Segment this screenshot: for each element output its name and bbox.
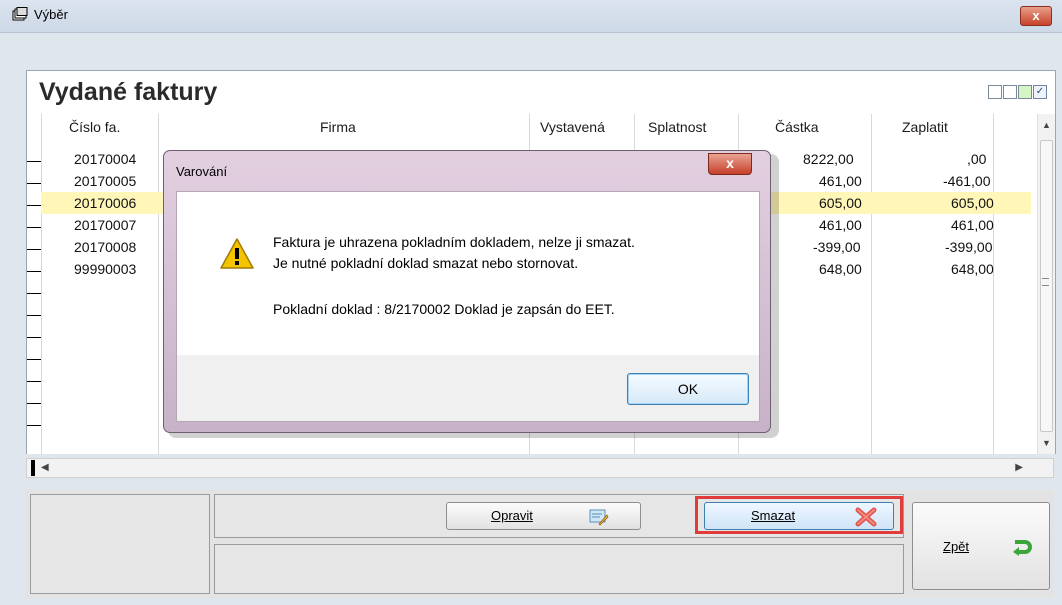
vertical-scrollbar[interactable]: ▲ ▼ xyxy=(1037,114,1055,454)
cell-castka: 605,00 xyxy=(819,195,862,211)
cell-cislo: 99990003 xyxy=(74,261,137,277)
red-x-icon xyxy=(855,507,877,527)
zpet-button[interactable]: Zpět xyxy=(912,502,1050,590)
col-header-cislo[interactable]: Číslo fa. xyxy=(69,114,120,140)
view-toggle-3[interactable] xyxy=(1018,85,1032,99)
view-toggle-2[interactable] xyxy=(1003,85,1017,99)
dialog-message-line1: Faktura je uhrazena pokladním dokladem, … xyxy=(273,234,635,250)
col-header-firma[interactable]: Firma xyxy=(320,114,356,140)
cell-cislo: 20170007 xyxy=(74,217,137,233)
green-return-icon xyxy=(1013,540,1032,556)
cell-cislo: 20170006 xyxy=(74,195,137,211)
cell-zaplatit: 461,00 xyxy=(951,217,994,233)
scroll-down-icon[interactable]: ▼ xyxy=(1042,438,1051,448)
cell-cislo: 20170004 xyxy=(74,151,137,167)
cell-zaplatit: -399,00 xyxy=(945,239,993,255)
dialog-body: Faktura je uhrazena pokladním dokladem, … xyxy=(176,191,760,356)
view-toggle-1[interactable] xyxy=(988,85,1002,99)
dialog-title: Varování xyxy=(176,164,228,179)
cell-castka: 648,00 xyxy=(819,261,862,277)
opravit-button[interactable]: Opravit xyxy=(446,502,641,530)
scroll-right-icon[interactable]: ▶ xyxy=(1015,462,1023,473)
col-header-zaplatit[interactable]: Zaplatit xyxy=(902,114,948,140)
title-bar: Výběr x xyxy=(0,0,1062,33)
edit-form-icon xyxy=(589,509,609,526)
cell-cislo: 20170008 xyxy=(74,239,137,255)
bottom-panel-left xyxy=(30,494,210,594)
cell-castka: -399,00 xyxy=(813,239,861,255)
col-header-castka[interactable]: Částka xyxy=(775,114,819,140)
scroll-up-icon[interactable]: ▲ xyxy=(1042,120,1051,130)
view-checkbox[interactable]: ✓ xyxy=(1033,85,1047,99)
row-indicator xyxy=(31,460,35,476)
warning-dialog: Varování x Faktura je uhrazena pokladním… xyxy=(163,150,771,433)
cell-zaplatit: 605,00 xyxy=(951,195,994,211)
scroll-thumb[interactable] xyxy=(1040,140,1053,432)
view-toggles: ✓ xyxy=(988,85,1047,99)
horizontal-scrollbar[interactable]: ◀ ▶ xyxy=(26,458,1054,478)
bottom-panel-bottom xyxy=(214,544,904,594)
col-header-vystavena[interactable]: Vystavená xyxy=(540,114,605,140)
cell-zaplatit: -461,00 xyxy=(943,173,991,189)
cell-castka: 8222,00 xyxy=(803,151,854,167)
opravit-label: Opravit xyxy=(491,508,533,523)
col-header-splatnost[interactable]: Splatnost xyxy=(648,114,706,140)
ok-button[interactable]: OK xyxy=(627,373,749,405)
dialog-message-line3: Pokladní doklad : 8/2170002 Doklad je za… xyxy=(273,301,615,317)
warning-icon xyxy=(220,238,254,269)
cell-cislo: 20170005 xyxy=(74,173,137,189)
cell-zaplatit: ,00 xyxy=(967,151,987,167)
row-markers xyxy=(27,140,41,426)
cell-zaplatit: 648,00 xyxy=(951,261,994,277)
folder-stack-icon xyxy=(12,7,28,21)
dialog-message-line2: Je nutné pokladní doklad smazat nebo sto… xyxy=(273,255,579,271)
cell-castka: 461,00 xyxy=(819,217,862,233)
scroll-left-icon[interactable]: ◀ xyxy=(41,462,49,473)
zpet-label: Zpět xyxy=(943,539,970,554)
main-window: Výběr x Vydané faktury ✓ Číslo fa. Firma… xyxy=(0,0,1062,605)
dialog-close-button[interactable]: x xyxy=(708,153,752,175)
heading-bar: Vydané faktury ✓ xyxy=(26,70,1056,116)
window-title: Výběr xyxy=(34,7,68,22)
dialog-footer: OK xyxy=(176,355,760,422)
cell-castka: 461,00 xyxy=(819,173,862,189)
smazat-label: Smazat xyxy=(751,508,796,523)
smazat-button[interactable]: Smazat xyxy=(704,502,894,530)
close-button[interactable]: x xyxy=(1020,6,1052,26)
page-title: Vydané faktury xyxy=(39,78,218,106)
